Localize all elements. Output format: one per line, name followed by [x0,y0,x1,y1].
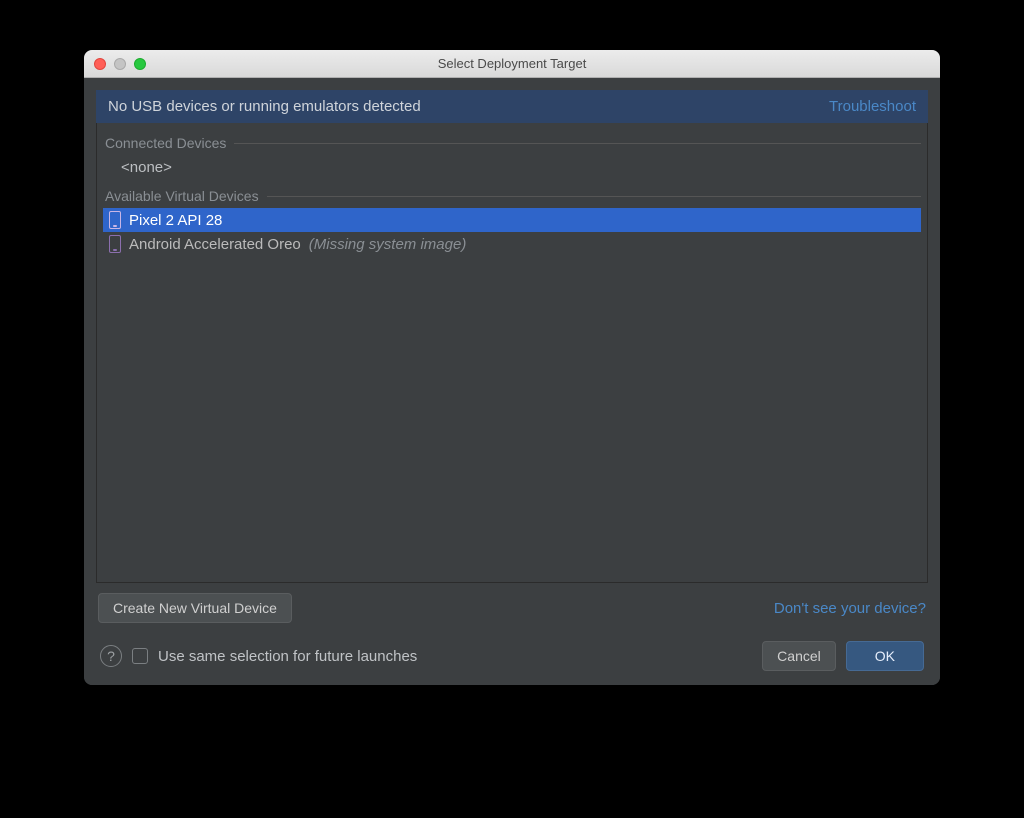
minimize-icon [114,58,126,70]
connected-devices-header: Connected Devices [105,135,921,151]
help-icon[interactable]: ? [100,645,122,667]
use-same-selection-checkbox[interactable] [132,648,148,664]
zoom-icon[interactable] [134,58,146,70]
ok-button[interactable]: OK [846,641,924,671]
connected-none: <none> [103,155,921,182]
dialog-footer: ? Use same selection for future launches… [96,641,928,671]
device-note: (Missing system image) [309,236,467,253]
device-row-pixel-2-api-28[interactable]: Pixel 2 API 28 [103,208,921,232]
device-name: Android Accelerated Oreo [129,236,301,253]
window-title: Select Deployment Target [84,56,940,71]
device-row-android-accelerated-oreo[interactable]: Android Accelerated Oreo (Missing system… [103,232,921,256]
status-message: No USB devices or running emulators dete… [108,98,421,115]
status-banner: No USB devices or running emulators dete… [96,90,928,123]
device-name: Pixel 2 API 28 [129,212,222,229]
footer-right: Cancel OK [762,641,924,671]
dialog-content: No USB devices or running emulators dete… [84,78,940,685]
close-icon[interactable] [94,58,106,70]
below-list-row: Create New Virtual Device Don't see your… [96,593,928,623]
footer-left: ? Use same selection for future launches [100,645,417,667]
titlebar: Select Deployment Target [84,50,940,78]
dialog-window: Select Deployment Target No USB devices … [84,50,940,685]
device-list-area: Connected Devices <none> Available Virtu… [96,123,928,583]
use-same-selection-label[interactable]: Use same selection for future launches [158,648,417,665]
troubleshoot-link[interactable]: Troubleshoot [829,98,916,115]
traffic-lights [84,58,146,70]
dont-see-device-link[interactable]: Don't see your device? [774,600,926,617]
phone-icon [109,235,121,253]
available-devices-header: Available Virtual Devices [105,188,921,204]
create-new-virtual-device-button[interactable]: Create New Virtual Device [98,593,292,623]
cancel-button[interactable]: Cancel [762,641,836,671]
phone-icon [109,211,121,229]
